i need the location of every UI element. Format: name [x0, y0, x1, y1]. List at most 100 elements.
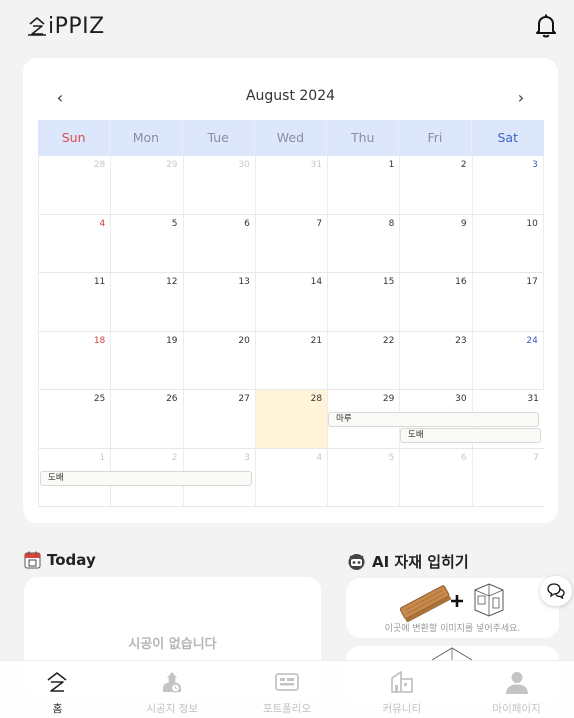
- calendar-day[interactable]: 25: [38, 390, 110, 448]
- calendar-day[interactable]: 3: [471, 156, 544, 214]
- calendar-day[interactable]: 30: [182, 156, 255, 214]
- calendar-day[interactable]: 27: [182, 390, 255, 448]
- day-number: 28: [93, 160, 106, 170]
- home-icon: [47, 672, 67, 692]
- calendar-day-today[interactable]: 28: [254, 390, 328, 448]
- nav-home-label: 홈: [52, 703, 63, 715]
- calendar-day[interactable]: 7: [254, 214, 327, 272]
- calendar-day[interactable]: 4: [38, 214, 110, 272]
- calendar-day[interactable]: 15: [327, 273, 399, 331]
- calendar-day[interactable]: 7: [471, 448, 544, 506]
- weekday-wed: Wed: [255, 120, 328, 156]
- calendar-day[interactable]: 4: [254, 448, 327, 506]
- day-number: 5: [388, 452, 395, 463]
- calendar-event[interactable]: 마루: [328, 412, 539, 427]
- calendar-day[interactable]: 16: [399, 273, 471, 331]
- day-number: 31: [310, 160, 323, 170]
- day-number: 2: [460, 160, 467, 170]
- calendar-day[interactable]: 26: [110, 390, 182, 448]
- calendar-day[interactable]: 11: [38, 273, 110, 331]
- day-number: 10: [526, 218, 538, 229]
- day-number: 12: [166, 277, 178, 287]
- day-number: 7: [316, 218, 323, 229]
- wood-material-icon: [399, 585, 452, 622]
- day-number: 16: [455, 277, 467, 287]
- calendar-day[interactable]: 8: [327, 214, 399, 272]
- calendar-event[interactable]: 도배: [40, 470, 252, 486]
- app-logo[interactable]: iPPIZ: [27, 12, 105, 40]
- calendar-nav: ‹ August 2024 ›: [23, 82, 558, 112]
- bell-icon[interactable]: [534, 13, 558, 39]
- ai-title: AI 자재 입히기: [372, 553, 469, 571]
- calendar-icon: [24, 551, 41, 569]
- chat-icon: [547, 583, 565, 599]
- calendar-day[interactable]: 5: [110, 214, 182, 272]
- day-number: 15: [382, 277, 395, 287]
- calendar-week: 4 5 6 7 8 9 10: [38, 214, 544, 273]
- room-sketch-icon: [474, 583, 504, 617]
- nav-community-label: 커뮤니티: [382, 703, 422, 715]
- day-number: 3: [532, 160, 538, 170]
- nav-home[interactable]: 홈: [0, 661, 115, 718]
- calendar-day[interactable]: 18: [38, 331, 110, 389]
- calendar-day[interactable]: 6: [399, 448, 471, 506]
- calendar-day[interactable]: 14: [254, 273, 327, 331]
- day-number: 17: [526, 277, 538, 287]
- calendar-day[interactable]: 19: [110, 331, 182, 389]
- calendar-day[interactable]: 21: [254, 331, 327, 389]
- calendar-day[interactable]: 20: [182, 331, 255, 389]
- nav-site-info[interactable]: 시공지 정보: [115, 661, 230, 718]
- day-number: 19: [166, 335, 178, 346]
- nav-portfolio[interactable]: 포트폴리오: [230, 661, 345, 718]
- calendar-day[interactable]: 31: [254, 156, 327, 214]
- calendar-day[interactable]: 29: [110, 156, 182, 214]
- calendar-day[interactable]: 9: [399, 214, 471, 272]
- calendar-day[interactable]: 10: [471, 214, 544, 272]
- weekday-mon: Mon: [110, 120, 183, 156]
- nav-site-info-label: 시공지 정보: [146, 703, 199, 715]
- weekday-sat: Sat: [497, 130, 518, 145]
- day-number: 25: [93, 394, 106, 404]
- calendar-event[interactable]: 도배: [400, 428, 541, 443]
- bottom-nav: 홈 시공지 정보 포트폴리오 커뮤니티 마이페이지: [0, 660, 574, 718]
- day-number: 20: [238, 335, 250, 346]
- chat-button[interactable]: [540, 576, 572, 606]
- day-number: 7: [533, 452, 539, 463]
- weekday-sun: Sun: [38, 120, 111, 156]
- day-number: 26: [166, 394, 178, 404]
- today-empty-text: 시공이 없습니다: [128, 637, 217, 652]
- calendar-card: ‹ August 2024 › Sun Mon Tue Wed Thu Fri …: [23, 58, 558, 523]
- ai-upload-card[interactable]: 이곳에 변환할 이미지를 넣어주세요.: [346, 578, 559, 638]
- nav-portfolio-label: 포트폴리오: [262, 703, 312, 715]
- calendar-day[interactable]: 5: [327, 448, 399, 506]
- calendar-day[interactable]: 22: [327, 331, 399, 389]
- house-sketch-icon: [431, 647, 473, 660]
- calendar-day[interactable]: 24: [471, 331, 544, 389]
- app-header: iPPIZ: [0, 0, 574, 52]
- day-number: 13: [238, 277, 250, 287]
- calendar-grid: Sun Mon Tue Wed Thu Fri Sat 28 29 30 31 …: [38, 120, 544, 507]
- calendar-day[interactable]: 1: [327, 156, 399, 214]
- weekday-tue: Tue: [183, 120, 255, 156]
- calendar-day[interactable]: 17: [471, 273, 544, 331]
- calendar-week: 18 19 20 21 22 23 24: [38, 331, 544, 390]
- profile-icon: [505, 672, 528, 694]
- calendar-day[interactable]: 12: [110, 273, 182, 331]
- next-month-button[interactable]: ›: [511, 87, 531, 107]
- nav-mypage[interactable]: 마이페이지: [459, 661, 574, 718]
- day-number: 22: [382, 335, 395, 346]
- calendar-day[interactable]: 2: [399, 156, 471, 214]
- calendar-day[interactable]: 23: [399, 331, 471, 389]
- today-header: Today: [24, 551, 96, 569]
- day-number: 2: [171, 452, 178, 463]
- calendar-day[interactable]: 6: [182, 214, 255, 272]
- calendar-day[interactable]: 28: [38, 156, 110, 214]
- day-number: 14: [310, 277, 323, 287]
- nav-community[interactable]: 커뮤니티: [344, 661, 459, 718]
- site-info-icon: [163, 672, 182, 693]
- calendar-day[interactable]: 13: [182, 273, 255, 331]
- day-number: 6: [244, 218, 250, 229]
- day-number: 30: [455, 394, 467, 404]
- logo-text: iPPIZ: [48, 13, 105, 39]
- portfolio-icon: [275, 673, 299, 691]
